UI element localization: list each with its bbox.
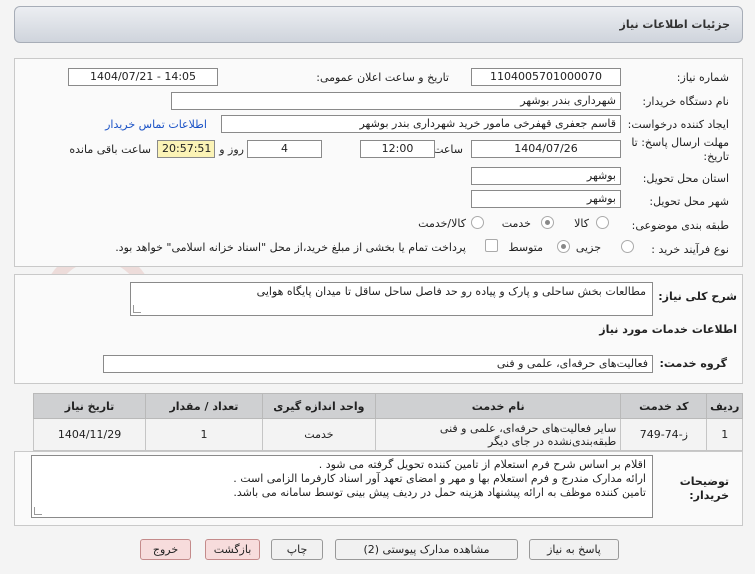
days-field[interactable]: 4: [247, 140, 322, 158]
days-label: روز و: [219, 143, 244, 156]
radio-goods-label: کالا: [574, 217, 589, 230]
col-date: تاریخ نیاز: [32, 393, 147, 419]
services-table: ردیف کد خدمت نام خدمت واحد اندازه گیری ت…: [32, 393, 743, 451]
cell-unit: خدمت: [261, 418, 377, 451]
radio-medium-label: متوسط: [508, 241, 543, 254]
creator-label: ایجاد کننده درخواست:: [627, 118, 729, 131]
page-header: جزئیات اطلاعات نیاز: [14, 6, 743, 43]
deadline-label-2: تاریخ:: [703, 150, 729, 163]
buyer-field[interactable]: شهرداری بندر بوشهر: [171, 92, 621, 110]
announce-field[interactable]: 1404/07/21 - 14:05: [68, 68, 218, 86]
notes-line-2: ارائه مدارک مندرج و فرم استعلام بها و مه…: [233, 472, 646, 485]
service-group-label: گروه خدمت:: [659, 357, 727, 370]
deadline-label: مهلت ارسال پاسخ: تا: [631, 136, 729, 149]
notes-label: توضیحات: [679, 475, 729, 488]
radio-medium[interactable]: [557, 240, 570, 253]
summary-label: شرح کلی نیاز:: [658, 290, 737, 303]
city-label: شهر محل تحویل:: [649, 195, 729, 208]
announce-label: تاریخ و ساعت اعلان عمومی:: [316, 71, 449, 84]
page-title: جزئیات اطلاعات نیاز: [619, 18, 731, 31]
cell-name: سایر فعالیت‌های حرفه‌ای، علمی و فنی طبقه…: [375, 418, 622, 451]
radio-minor-label: جزیی: [575, 241, 601, 254]
cell-quantity: 1: [145, 418, 263, 451]
notes-line-1: اقلام بر اساس شرح فرم استعلام از تامین ک…: [318, 458, 646, 471]
attachments-button[interactable]: مشاهده مدارک پیوستی (2): [335, 539, 518, 560]
summary-field[interactable]: مطالعات بخش ساحلی و پارک و پیاده رو حد ف…: [130, 282, 653, 316]
service-group-field[interactable]: فعالیت‌های حرفه‌ای، علمی و فنی: [103, 355, 653, 373]
cell-code: ز-74-749: [620, 418, 708, 451]
resize-handle[interactable]: [133, 305, 141, 313]
table-header-row: ردیف کد خدمت نام خدمت واحد اندازه گیری ت…: [32, 393, 743, 419]
creator-field[interactable]: قاسم جعفری قهفرخی مامور خرید شهرداری بند…: [221, 115, 621, 133]
col-row: ردیف: [706, 393, 743, 419]
need-info-panel: [14, 58, 743, 267]
treasury-note: پرداخت تمام یا بخشی از مبلغ خرید،از محل …: [115, 241, 466, 254]
radio-goods[interactable]: [596, 216, 609, 229]
radio-goods-service[interactable]: [471, 216, 484, 229]
need-number-label: شماره نیاز:: [676, 71, 729, 84]
services-section-title: اطلاعات خدمات مورد نیاز: [599, 323, 737, 336]
notes-label-2: خریدار:: [689, 489, 729, 502]
province-label: استان محل تحویل:: [642, 172, 729, 185]
province-field[interactable]: بوشهر: [471, 167, 621, 185]
process-label: نوع فرآیند خرید :: [651, 243, 729, 256]
print-button[interactable]: چاپ: [271, 539, 323, 560]
summary-text: مطالعات بخش ساحلی و پارک و پیاده رو حد ف…: [256, 285, 646, 298]
back-button[interactable]: بازگشت: [205, 539, 260, 560]
notes-line-3: تامین کننده موظف به ارائه پیشنهاد هزینه …: [233, 486, 646, 499]
reply-button[interactable]: پاسخ به نیاز: [529, 539, 619, 560]
treasury-checkbox[interactable]: [485, 239, 498, 252]
category-label: طبقه بندی موضوعی:: [631, 219, 729, 232]
time-label: ساعت: [433, 143, 463, 156]
radio-minor[interactable]: [621, 240, 634, 253]
col-quantity: تعداد / مقدار: [145, 393, 263, 419]
notes-field[interactable]: اقلام بر اساس شرح فرم استعلام از تامین ک…: [31, 455, 653, 518]
deadline-time-field[interactable]: 12:00: [360, 140, 435, 158]
need-number-field[interactable]: 1104005701000070: [471, 68, 621, 86]
col-name: نام خدمت: [375, 393, 622, 419]
table-row: 1 ز-74-749 سایر فعالیت‌های حرفه‌ای، علمی…: [32, 418, 743, 451]
remaining-time-field: 20:57:51: [157, 140, 215, 158]
exit-button[interactable]: خروج: [140, 539, 191, 560]
cell-date: 1404/11/29: [32, 418, 147, 451]
remaining-label: ساعت باقی مانده: [69, 143, 151, 156]
col-code: کد خدمت: [620, 393, 708, 419]
buyer-label: نام دستگاه خریدار:: [642, 95, 729, 108]
buyer-contact-link[interactable]: اطلاعات تماس خریدار: [105, 118, 207, 131]
cell-row: 1: [706, 418, 743, 451]
col-unit: واحد اندازه گیری: [261, 393, 377, 419]
city-field[interactable]: بوشهر: [471, 190, 621, 208]
radio-goods-service-label: کالا/خدمت: [418, 217, 466, 230]
notes-resize-handle[interactable]: [34, 507, 42, 515]
deadline-date-field[interactable]: 1404/07/26: [471, 140, 621, 158]
radio-service[interactable]: [541, 216, 554, 229]
radio-service-label: خدمت: [501, 217, 531, 230]
